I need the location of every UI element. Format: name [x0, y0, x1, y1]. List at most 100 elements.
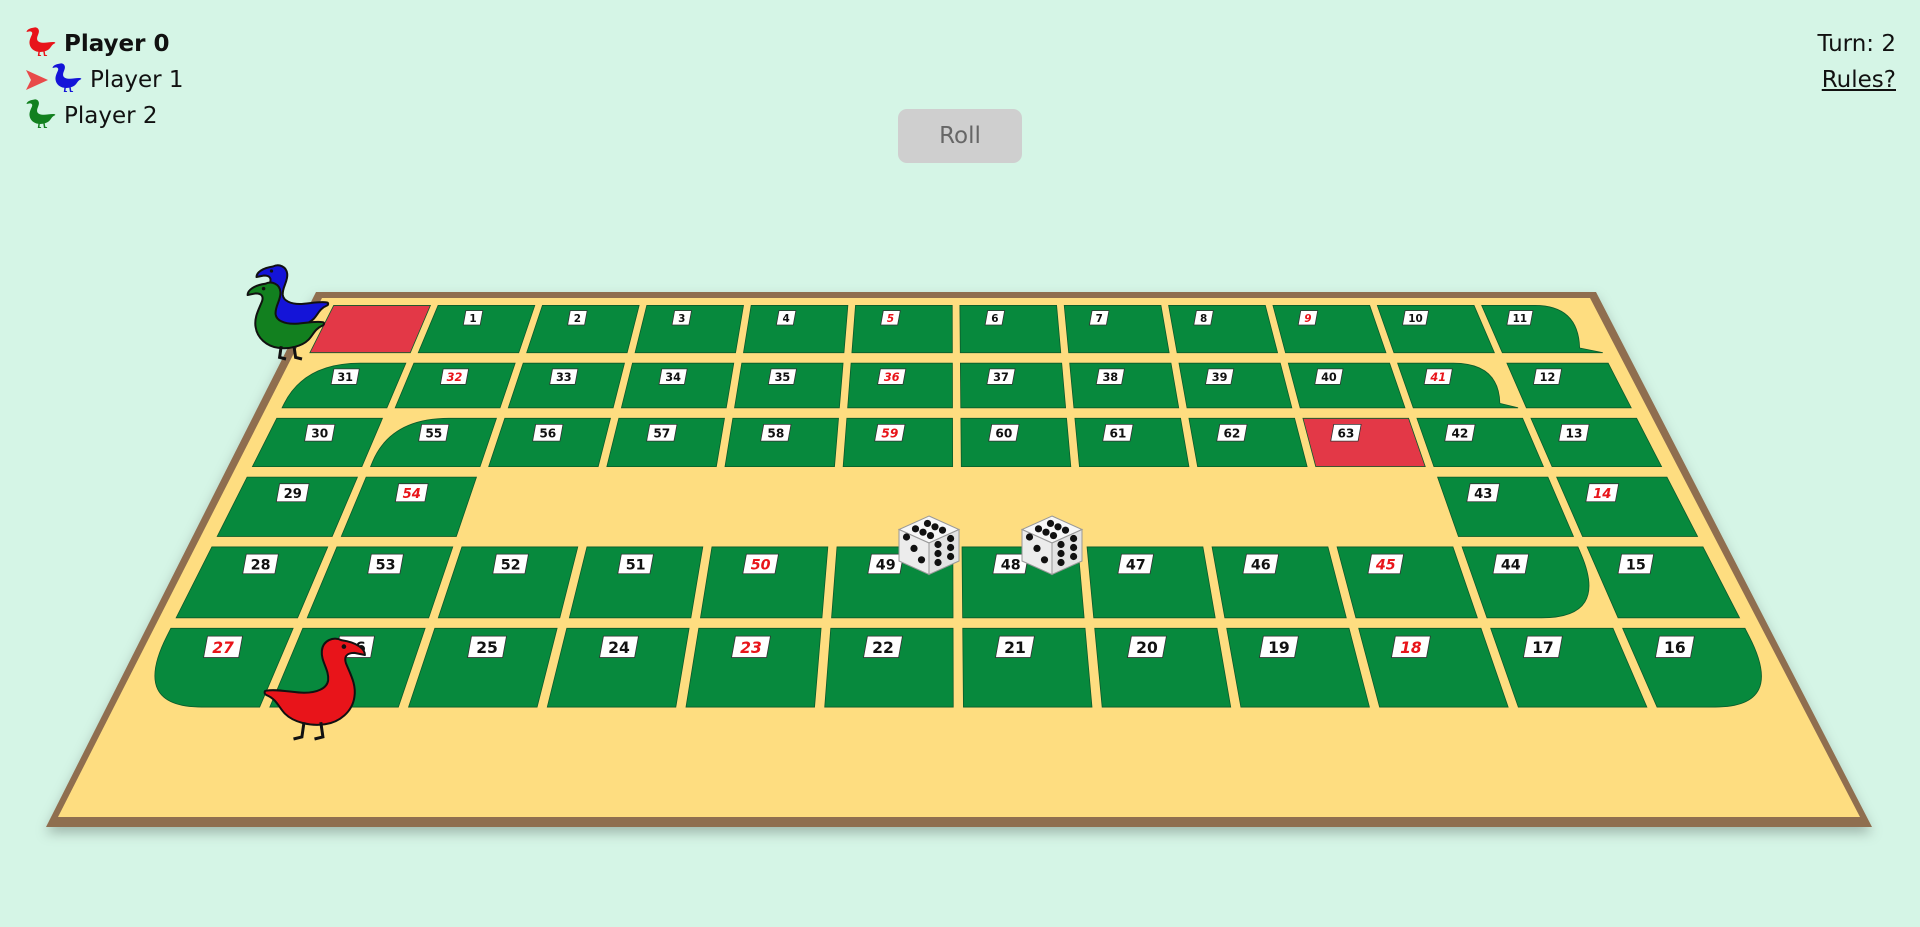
svg-text:19: 19	[1268, 639, 1290, 657]
cell-label-24: 24	[599, 635, 639, 658]
cell-label-9: 9	[1297, 310, 1319, 326]
cell-label-59: 59	[874, 424, 906, 442]
svg-text:50: 50	[751, 557, 771, 573]
cell-label-5: 5	[880, 310, 901, 326]
cell-label-4: 4	[775, 310, 797, 326]
board-cell-40	[1287, 362, 1406, 409]
board-cell-8	[1168, 305, 1279, 354]
cell-label-40: 40	[1314, 368, 1344, 385]
cell-label-42: 42	[1444, 424, 1476, 442]
board-cell-62	[1188, 417, 1308, 468]
svg-text:56: 56	[539, 426, 556, 440]
cell-label-41: 41	[1423, 368, 1453, 385]
svg-text:21: 21	[1004, 639, 1026, 657]
cell-label-53: 53	[367, 553, 404, 575]
svg-text:9: 9	[1304, 313, 1311, 325]
svg-text:41: 41	[1429, 371, 1446, 384]
cell-label-33: 33	[549, 368, 579, 385]
cell-label-23: 23	[731, 635, 771, 658]
game-board: 1 2 3 4 5 6 7 8 9 10 11121314151617181920212223242…	[46, 264, 1872, 827]
svg-text:38: 38	[1102, 371, 1118, 384]
cell-label-27: 27	[203, 635, 244, 658]
cell-label-63: 63	[1330, 424, 1362, 442]
svg-text:5: 5	[887, 313, 894, 325]
svg-text:4: 4	[782, 313, 789, 325]
cell-label-37: 37	[986, 368, 1016, 385]
svg-text:47: 47	[1126, 557, 1146, 573]
cell-label-49: 49	[867, 553, 905, 575]
cell-label-55: 55	[418, 424, 450, 442]
svg-text:20: 20	[1136, 639, 1158, 657]
svg-text:40: 40	[1321, 371, 1337, 384]
svg-text:46: 46	[1251, 557, 1271, 573]
svg-text:18: 18	[1400, 639, 1422, 657]
svg-text:44: 44	[1501, 557, 1521, 573]
svg-text:58: 58	[767, 426, 784, 440]
cell-label-18: 18	[1390, 635, 1431, 658]
cell-label-36: 36	[877, 368, 907, 385]
cell-label-57: 57	[646, 424, 678, 442]
cell-label-20: 20	[1127, 635, 1167, 658]
board-cell-46	[1211, 546, 1347, 619]
board-cell-45	[1336, 546, 1478, 619]
svg-text:63: 63	[1337, 426, 1354, 440]
svg-text:55: 55	[425, 426, 442, 440]
cell-label-29: 29	[275, 483, 310, 503]
svg-text:13: 13	[1566, 426, 1583, 440]
cell-label-11: 11	[1506, 310, 1534, 326]
svg-text:51: 51	[626, 557, 646, 573]
cell-label-30: 30	[304, 424, 336, 442]
svg-text:7: 7	[1096, 313, 1103, 325]
svg-text:29: 29	[284, 487, 302, 502]
board-cell-9	[1272, 305, 1387, 354]
svg-text:42: 42	[1451, 426, 1468, 440]
board-cell-5	[851, 305, 953, 354]
cell-label-1: 1	[462, 310, 484, 326]
svg-text:3: 3	[678, 313, 685, 325]
cell-label-54: 54	[394, 483, 429, 503]
cell-label-7: 7	[1088, 310, 1110, 326]
svg-text:52: 52	[501, 557, 521, 573]
cell-label-34: 34	[658, 368, 688, 385]
svg-text:49: 49	[876, 557, 896, 573]
svg-text:62: 62	[1223, 426, 1240, 440]
svg-text:1: 1	[469, 313, 476, 325]
svg-text:61: 61	[1109, 426, 1126, 440]
cell-label-62: 62	[1216, 424, 1248, 442]
cell-label-47: 47	[1117, 553, 1155, 575]
cell-label-58: 58	[760, 424, 792, 442]
cell-label-21: 21	[995, 635, 1035, 658]
svg-text:48: 48	[1001, 557, 1021, 573]
svg-text:43: 43	[1474, 487, 1492, 502]
cell-label-43: 43	[1466, 483, 1501, 503]
cell-label-45: 45	[1367, 553, 1405, 575]
cell-label-10: 10	[1402, 310, 1430, 326]
board-cell-10	[1376, 305, 1495, 354]
cell-label-3: 3	[671, 310, 693, 326]
board-cell-6	[959, 305, 1062, 354]
cell-label-13: 13	[1558, 424, 1590, 442]
cell-label-17: 17	[1522, 635, 1563, 658]
svg-text:8: 8	[1200, 313, 1207, 325]
svg-text:34: 34	[665, 371, 681, 384]
svg-text:53: 53	[376, 557, 396, 573]
svg-text:27: 27	[212, 639, 234, 657]
svg-text:23: 23	[740, 639, 762, 657]
svg-text:54: 54	[403, 487, 421, 502]
svg-text:14: 14	[1593, 487, 1611, 502]
svg-text:28: 28	[251, 557, 271, 573]
svg-text:30: 30	[311, 426, 328, 440]
cell-label-6: 6	[984, 310, 1006, 326]
cell-label-8: 8	[1193, 310, 1214, 326]
cell-label-46: 46	[1242, 553, 1280, 575]
cell-label-60: 60	[988, 424, 1020, 442]
svg-text:25: 25	[476, 639, 498, 657]
svg-text:12: 12	[1540, 371, 1556, 384]
svg-text:15: 15	[1626, 557, 1646, 573]
cell-label-19: 19	[1258, 635, 1299, 658]
cell-label-44: 44	[1492, 553, 1530, 575]
cell-label-2: 2	[567, 310, 588, 326]
cell-label-38: 38	[1095, 368, 1125, 385]
svg-text:24: 24	[608, 639, 630, 657]
cell-label-39: 39	[1205, 368, 1235, 385]
